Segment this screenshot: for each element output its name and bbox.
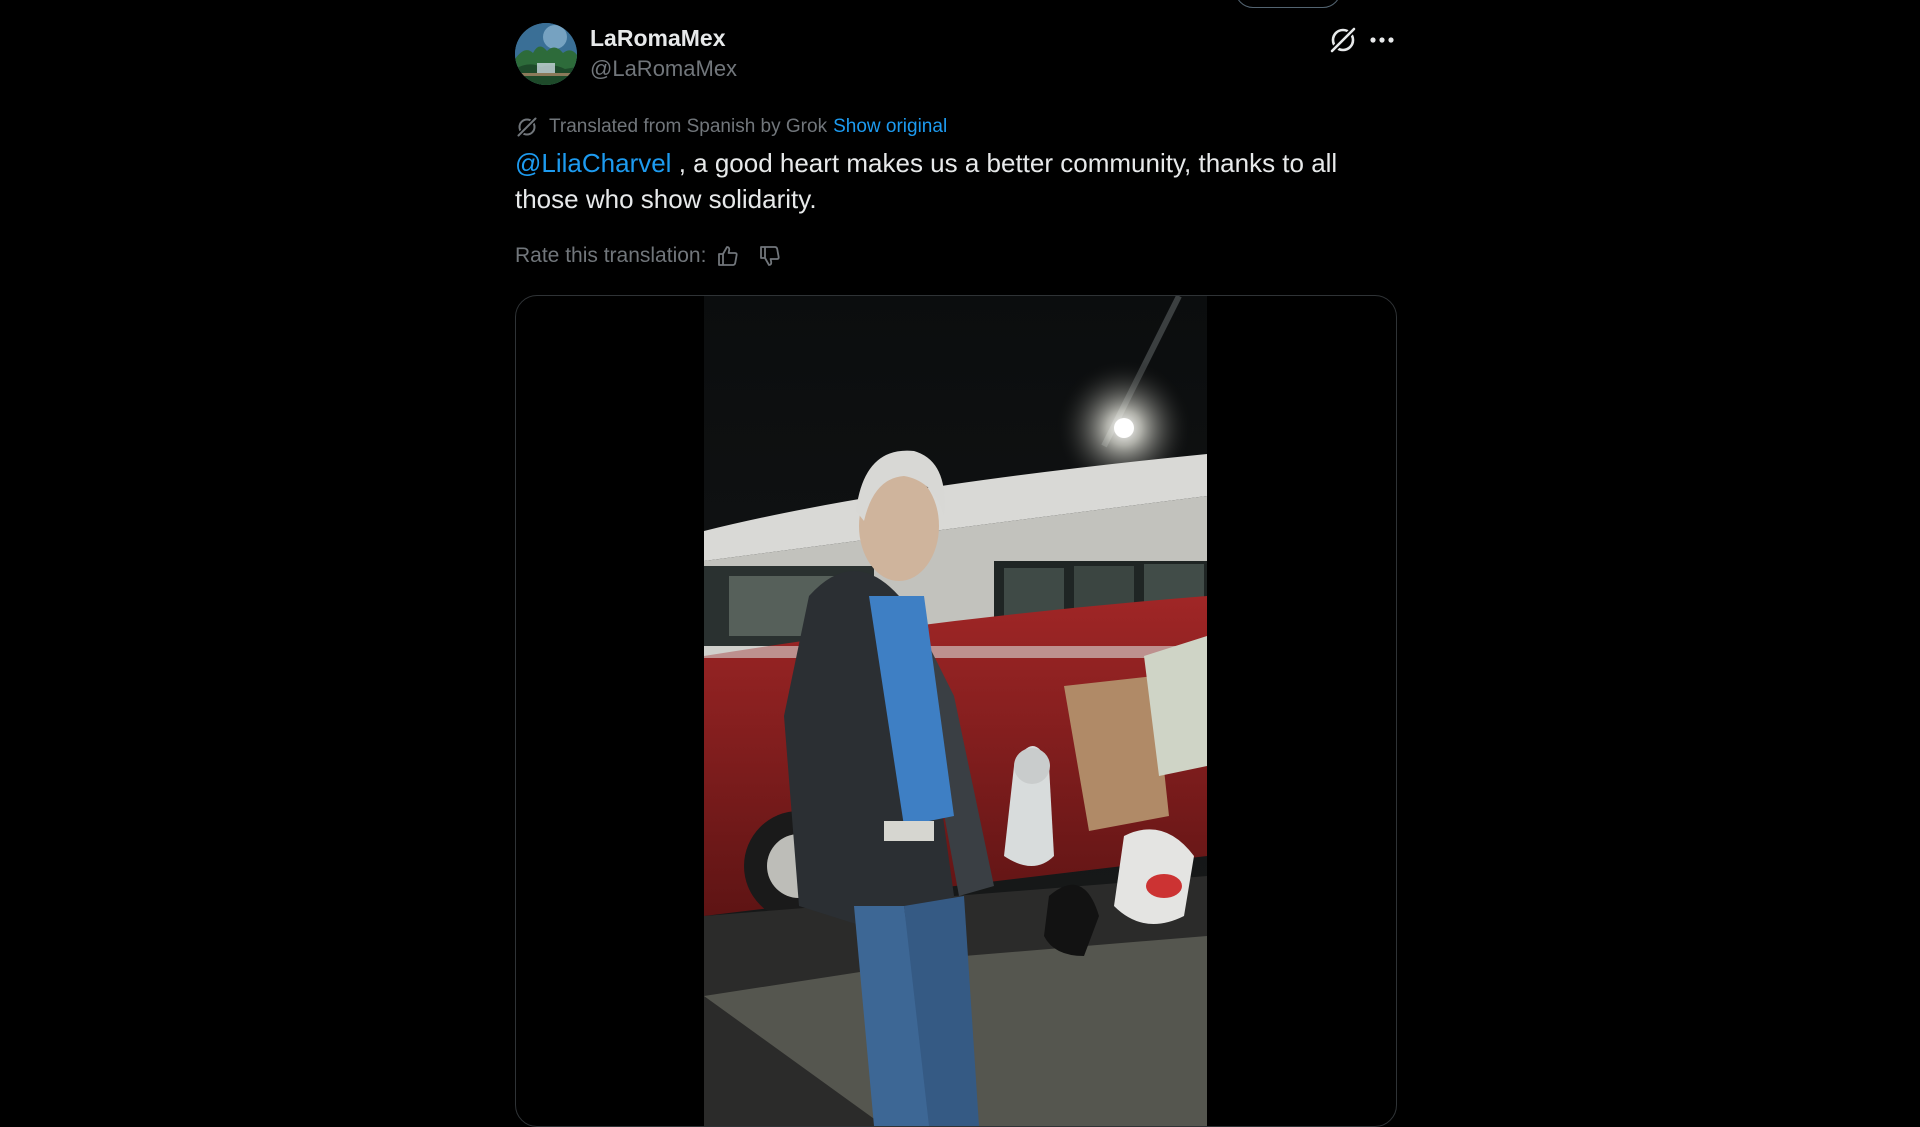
translation-notice: Translated from Spanish by Grok Show ori…: [515, 114, 947, 140]
mention-link[interactable]: @LilaCharvel: [515, 148, 671, 178]
avatar-image: [515, 23, 577, 85]
avatar[interactable]: [515, 23, 577, 85]
video-player[interactable]: [515, 295, 1397, 1127]
show-original-link[interactable]: Show original: [833, 114, 947, 140]
display-name[interactable]: LaRomaMex: [590, 24, 725, 52]
grok-icon[interactable]: [1327, 24, 1359, 56]
translation-notice-text: Translated from Spanish by Grok: [549, 116, 828, 137]
video-frame: [704, 296, 1207, 1126]
tweet-text: @LilaCharvel , a good heart makes us a b…: [515, 145, 1395, 217]
rate-translation: Rate this translation:: [515, 241, 784, 271]
thumbs-down-icon[interactable]: [756, 242, 784, 270]
rate-translation-label: Rate this translation:: [515, 244, 707, 267]
handle[interactable]: @LaRomaMex: [590, 55, 737, 83]
post: LaRomaMex @LaRomaMex Translated from Spa…: [515, 0, 1397, 1127]
grok-small-icon: [516, 116, 538, 138]
video-still: [704, 296, 1207, 1126]
thumbs-up-icon[interactable]: [714, 242, 742, 270]
more-options-icon[interactable]: [1367, 26, 1397, 54]
